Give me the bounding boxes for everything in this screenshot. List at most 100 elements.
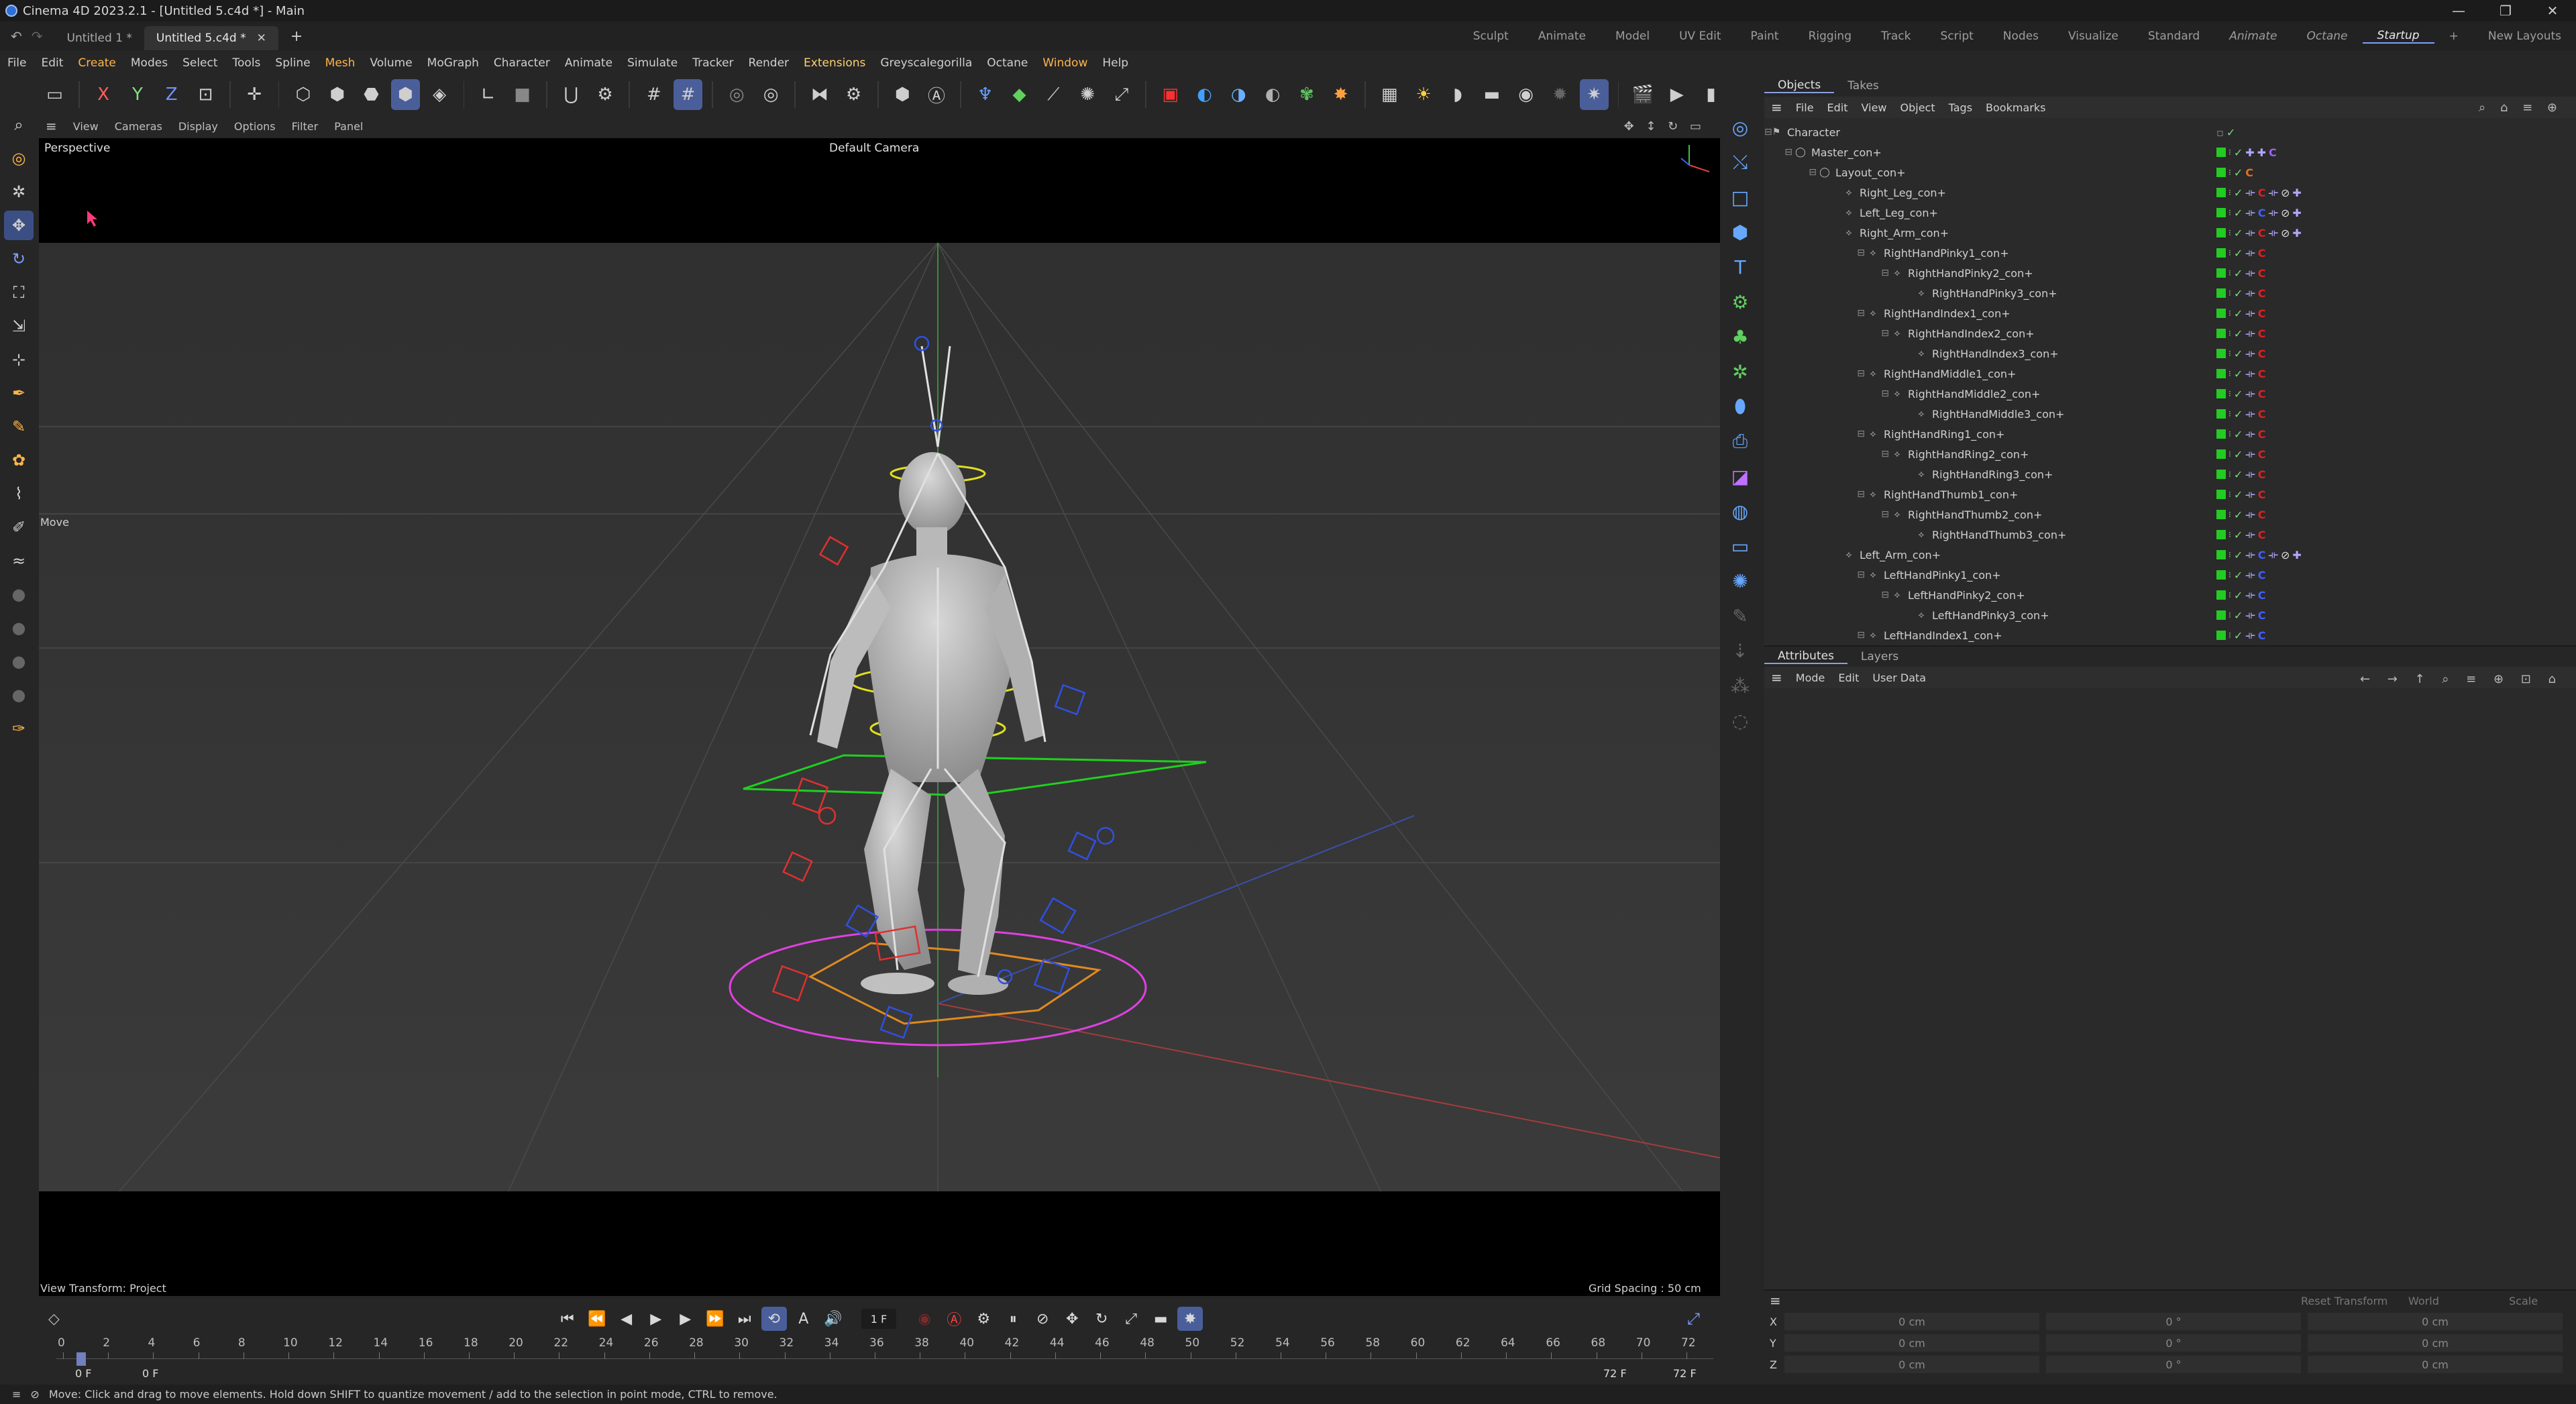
menu-item[interactable]: Octane xyxy=(979,56,1035,70)
position-field[interactable]: 0 cm xyxy=(1784,1356,2039,1373)
ik-icon[interactable]: ⟋ xyxy=(1039,79,1068,110)
spot-light-icon[interactable]: ◉ xyxy=(1511,79,1540,110)
size-field[interactable]: 0 cm xyxy=(2308,1356,2563,1373)
color-tag-icon[interactable] xyxy=(2216,329,2226,338)
object-row[interactable]: ⊟ ⟡ RightHandThumb2_con+ ⁝ ✓ ⟛ C xyxy=(1764,504,2576,525)
python-icon[interactable]: ♆ xyxy=(971,79,1000,110)
key-settings-button[interactable]: ⚙ xyxy=(971,1307,996,1331)
menu-item[interactable]: Modes xyxy=(123,56,175,70)
expand-toggle-icon[interactable]: ⊟ xyxy=(1764,630,1868,641)
pose-tag-icon[interactable]: ⟛ xyxy=(2268,548,2278,561)
cloner-icon[interactable]: ♣ xyxy=(1725,322,1755,352)
constraint-tag-icon[interactable]: C xyxy=(2269,146,2277,159)
null-object-icon[interactable]: ◎ xyxy=(1725,113,1755,142)
constraint-tag-icon[interactable]: C xyxy=(2258,186,2266,199)
enabled-check-icon[interactable]: ✓ xyxy=(2234,287,2243,300)
object-row[interactable]: ⟡ RightHandPinky3_con+ ⁝ ✓ ⟛ C xyxy=(1764,283,2576,303)
visibility-dots-icon[interactable]: ⁝ xyxy=(2229,288,2231,298)
constraint-tag-icon[interactable]: C xyxy=(2258,629,2266,642)
render-settings-icon[interactable]: ▮ xyxy=(1697,79,1725,110)
solo-icon[interactable]: ■ xyxy=(508,79,537,110)
object-row[interactable]: ⟡ RightHandIndex3_con+ ⁝ ✓ ⟛ C xyxy=(1764,343,2576,364)
expand-icon[interactable]: ⤢ xyxy=(1108,79,1136,110)
min-frame-field[interactable]: 0 F xyxy=(142,1367,158,1380)
clapper-icon[interactable]: 🎬 xyxy=(1628,79,1657,110)
size-field[interactable]: 0 cm xyxy=(2308,1334,2563,1352)
visibility-dots-icon[interactable]: ⁝ xyxy=(2229,510,2231,519)
object-row[interactable]: ⊟ ⟡ LeftHandIndex1_con+ ⁝ ✓ ⟛ C xyxy=(1764,625,2576,645)
enabled-check-icon[interactable]: ✓ xyxy=(2234,569,2243,582)
constraint-tag-icon[interactable]: C xyxy=(2258,488,2266,501)
object-row[interactable]: ⊟ ⟡ LeftHandPinky1_con+ ⁝ ✓ ⟛ C xyxy=(1764,565,2576,585)
color-tag-icon[interactable] xyxy=(2216,631,2226,640)
attributes-menu-item[interactable]: Mode xyxy=(1789,671,1832,684)
record-icon[interactable]: ▣ xyxy=(1156,79,1185,110)
go-to-start-button[interactable]: ⏮ xyxy=(555,1307,580,1331)
constraint-tag-icon[interactable]: C xyxy=(2258,207,2266,219)
sphere-d-icon[interactable]: ● xyxy=(4,680,34,710)
sculpt-smooth-icon[interactable]: ⇣ xyxy=(1725,636,1755,665)
ik-tag-icon[interactable]: ✚ xyxy=(2292,207,2301,219)
key-position-button[interactable]: ✥ xyxy=(1059,1307,1085,1331)
viewport-nav-icons[interactable]: ✥ ↕ ↻ ▭ xyxy=(1616,119,1713,133)
expand-toggle-icon[interactable]: ⊟ xyxy=(1764,509,1892,520)
layout-tab[interactable]: Model xyxy=(1601,30,1664,43)
viewport-menu-item[interactable]: Options xyxy=(226,120,284,133)
visibility-tag-icon[interactable]: ⟛ xyxy=(2245,407,2255,421)
tab-takes[interactable]: Takes xyxy=(1834,79,1892,93)
color-tag-icon[interactable] xyxy=(2216,208,2226,217)
color-tag-icon[interactable] xyxy=(2216,409,2226,419)
selection-tool-icon[interactable]: ◎ xyxy=(4,144,34,173)
object-row[interactable]: ⟡ Left_Leg_con+ ⁝ ✓ ⟛ C ⟛ ⊘ ✚ xyxy=(1764,203,2576,223)
protection-tag-icon[interactable]: ⊘ xyxy=(2281,227,2290,239)
motion-record-button[interactable]: ⊘ xyxy=(1030,1307,1055,1331)
visibility-tag-icon[interactable]: ⟛ xyxy=(2245,186,2255,199)
color-tag-icon[interactable] xyxy=(2216,510,2226,519)
enabled-check-icon[interactable]: ✓ xyxy=(2234,227,2243,239)
enabled-check-icon[interactable]: ✓ xyxy=(2234,267,2243,280)
constraint-tag-icon[interactable]: C xyxy=(2258,589,2266,602)
key-scale-button[interactable]: ⤢ xyxy=(1118,1307,1144,1331)
visibility-dots-icon[interactable]: ⁝ xyxy=(2229,148,2231,157)
color-tag-icon[interactable] xyxy=(2216,490,2226,499)
visibility-dots-icon[interactable]: ⁝ xyxy=(2229,208,2231,217)
sculpt-grab-icon[interactable]: ⁂ xyxy=(1725,671,1755,700)
text-spline-icon[interactable]: Ⓐ xyxy=(922,79,951,110)
grid-snap-icon[interactable]: # xyxy=(639,79,668,110)
settings-object-icon[interactable]: ✺ xyxy=(1725,566,1755,596)
rotate-tool-icon[interactable]: ↻ xyxy=(4,244,34,274)
protection-tag-icon[interactable]: ⊘ xyxy=(2281,549,2290,561)
visibility-dots-icon[interactable]: ⁝ xyxy=(2229,168,2231,177)
constraint-tag-icon[interactable]: C xyxy=(2258,428,2266,441)
octane-logo-icon[interactable]: ✷ xyxy=(1579,79,1609,110)
viewport-menu-item[interactable]: Filter xyxy=(284,120,327,133)
visibility-tag-icon[interactable]: ⟛ xyxy=(2245,528,2255,541)
objects-menu-item[interactable]: View xyxy=(1855,101,1894,114)
coordinate-space-dropdown[interactable]: World xyxy=(2408,1295,2439,1307)
doc-tab-untitled-1[interactable]: Untitled 1 * xyxy=(55,26,144,50)
render-view-icon[interactable]: ◎ xyxy=(757,79,786,110)
constraint-tag-icon[interactable]: C xyxy=(2258,448,2266,461)
visibility-tag-icon[interactable]: ⟛ xyxy=(2245,226,2255,239)
workplane-icon[interactable]: ∟ xyxy=(474,79,502,110)
menu-item[interactable]: Animate xyxy=(557,56,620,70)
expand-toggle-icon[interactable]: ⊟ xyxy=(1764,489,1868,500)
points-mode-icon[interactable]: ⬡ xyxy=(288,79,317,110)
expand-toggle-icon[interactable]: ⊟ xyxy=(1764,368,1868,379)
menu-item[interactable]: Tracker xyxy=(685,56,741,70)
visibility-tag-icon[interactable]: ⟛ xyxy=(2245,468,2255,481)
layout-tab[interactable]: UV Edit xyxy=(1664,30,1735,43)
visibility-tag-icon[interactable]: ⟛ xyxy=(2245,568,2255,582)
y-axis-lock-icon[interactable]: Y xyxy=(123,79,152,110)
layout-tab[interactable]: Animate xyxy=(1523,30,1601,43)
constraint-tag-icon[interactable]: C xyxy=(2258,227,2266,239)
close-window-button[interactable]: ✕ xyxy=(2529,0,2576,21)
color-tag-icon[interactable] xyxy=(2216,610,2226,620)
snap-magnet-icon[interactable]: ⋃ xyxy=(557,79,586,110)
expand-toggle-icon[interactable]: ⊟ xyxy=(1764,127,1772,138)
loop-button[interactable]: ⟲ xyxy=(761,1307,787,1331)
key-rotation-button[interactable]: ↻ xyxy=(1089,1307,1114,1331)
sculpt-layer-icon[interactable]: ◌ xyxy=(1725,706,1755,735)
expand-toggle-icon[interactable]: ⊟ xyxy=(1764,590,1892,600)
record-key-button[interactable]: ◉ xyxy=(912,1307,937,1331)
